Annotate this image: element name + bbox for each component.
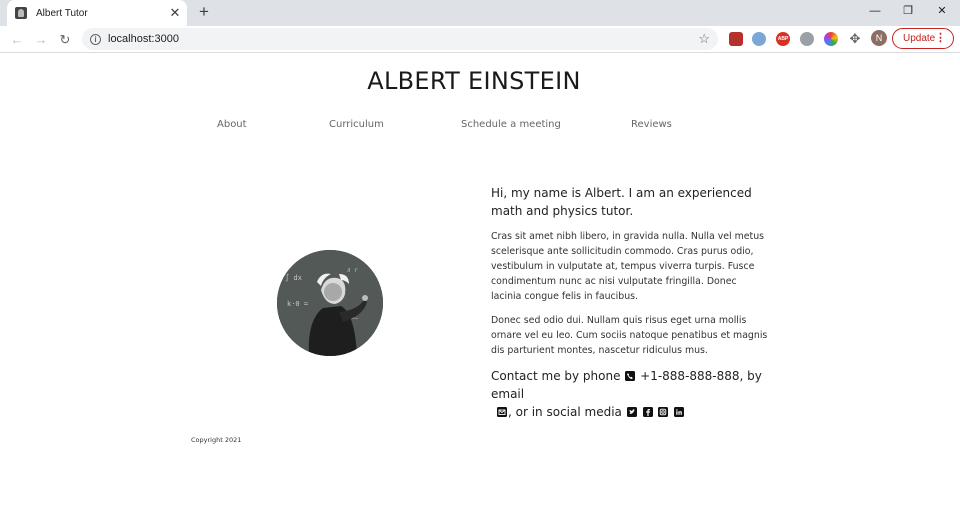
adblock-extension-icon[interactable]: ABP xyxy=(776,32,790,46)
tab-title: Albert Tutor xyxy=(36,7,88,19)
nav-link-curriculum[interactable]: Curriculum xyxy=(329,119,384,130)
browser-tab[interactable]: Albert Tutor ✕ xyxy=(7,0,187,26)
facebook-icon[interactable] xyxy=(642,407,653,417)
close-window-icon[interactable]: ✕ xyxy=(925,0,959,24)
contact-suffix: , or in social media xyxy=(508,405,622,419)
phone-number[interactable]: +1-888-888-888 xyxy=(640,369,739,383)
address-bar[interactable]: i localhost:3000 ☆ xyxy=(82,28,718,50)
contact-line: Contact me by phone +1-888-888-888, by e… xyxy=(491,367,769,421)
copyright-text: Copyright 2021 xyxy=(191,436,242,444)
portrait-photo: ∫ dx k·0 = ∂ r =− xyxy=(277,250,383,356)
instagram-icon[interactable] xyxy=(658,407,669,417)
site-title: ALBERT EINSTEIN xyxy=(367,67,581,95)
update-button[interactable]: Update ⋮ xyxy=(892,28,954,49)
envelope-icon[interactable] xyxy=(497,407,507,417)
bio-intro: Hi, my name is Albert. I am an experienc… xyxy=(491,186,752,218)
page-content: ALBERT EINSTEIN About Curriculum Schedul… xyxy=(0,54,960,510)
tab-strip: Albert Tutor ✕ + — ❐ ✕ xyxy=(0,0,960,26)
linkedin-icon[interactable] xyxy=(674,407,685,417)
puzzle-extensions-icon[interactable]: ✥ xyxy=(848,32,862,46)
nav-link-schedule[interactable]: Schedule a meeting xyxy=(461,119,561,130)
phone-icon[interactable] xyxy=(625,371,636,381)
bio-paragraph: Cras sit amet nibh libero, in gravida nu… xyxy=(491,231,765,302)
url-text[interactable]: localhost:3000 xyxy=(108,33,698,45)
twitter-icon[interactable] xyxy=(626,407,637,417)
minimize-icon[interactable]: — xyxy=(858,0,892,24)
bio-paragraph: Donec sed odio dui. Nullam quis risus eg… xyxy=(491,315,768,356)
new-tab-button[interactable]: + xyxy=(195,3,213,21)
forward-arrow-icon[interactable]: → xyxy=(31,30,51,50)
favicon-icon xyxy=(15,7,27,19)
contact-prefix: Contact me by phone xyxy=(491,369,621,383)
gear-extension-icon[interactable] xyxy=(800,32,814,46)
svg-text:∫ dx: ∫ dx xyxy=(285,273,302,282)
update-label: Update xyxy=(903,33,936,44)
browser-toolbar: ← → ↻ i localhost:3000 ☆ ABP ✥ N Update … xyxy=(0,26,960,53)
svg-text:k·0 =: k·0 = xyxy=(287,300,308,308)
info-icon[interactable]: i xyxy=(90,33,101,45)
close-tab-icon[interactable]: ✕ xyxy=(167,5,183,21)
restore-icon[interactable]: ❐ xyxy=(891,0,925,24)
back-arrow-icon[interactable]: ← xyxy=(7,30,27,50)
reload-icon[interactable]: ↻ xyxy=(55,30,75,50)
photo-extension-icon[interactable] xyxy=(729,32,743,46)
nav-link-reviews[interactable]: Reviews xyxy=(631,119,672,130)
color-wheel-extension-icon[interactable] xyxy=(824,32,838,46)
svg-text:∂ r: ∂ r xyxy=(347,267,358,274)
more-menu-icon[interactable]: ⋮ xyxy=(935,29,946,48)
bio-section: Hi, my name is Albert. I am an experienc… xyxy=(491,184,769,421)
bookmark-star-icon[interactable]: ☆ xyxy=(698,31,710,47)
profile-avatar[interactable]: N xyxy=(871,30,887,46)
nav-link-about[interactable]: About xyxy=(217,119,247,130)
compass-extension-icon[interactable] xyxy=(752,32,766,46)
